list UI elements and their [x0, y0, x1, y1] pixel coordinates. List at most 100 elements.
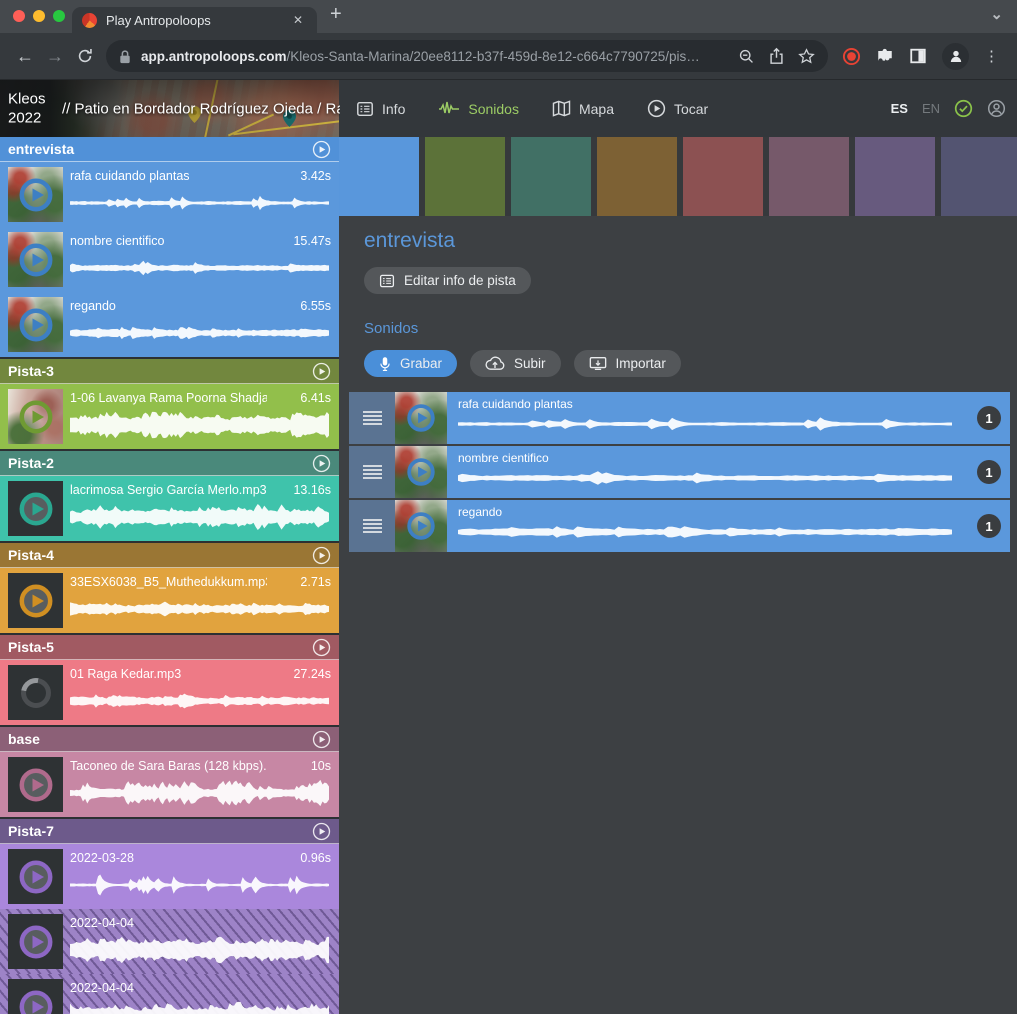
sound-item[interactable]: lacrimosa Sergio García Merlo.mp3 13.16s [0, 476, 339, 541]
track-section-header[interactable]: base [0, 727, 339, 752]
play-sound-icon[interactable] [18, 583, 54, 619]
sound-thumbnail[interactable] [395, 500, 447, 552]
play-sound-icon[interactable] [18, 924, 54, 960]
play-track-icon[interactable] [312, 546, 331, 565]
play-track-icon[interactable] [312, 140, 331, 159]
browser-tab[interactable]: Play Antropoloops ✕ [72, 7, 317, 33]
new-tab-button[interactable]: + [330, 3, 342, 26]
play-sound-icon[interactable] [406, 511, 436, 541]
record-button[interactable]: Grabar [364, 350, 457, 377]
window-close-button[interactable] [13, 10, 25, 22]
tab-mapa[interactable]: Mapa [552, 100, 614, 117]
track-swatch[interactable] [683, 137, 763, 216]
side-panel-icon[interactable] [909, 47, 927, 65]
window-zoom-button[interactable] [53, 10, 65, 22]
track-swatch[interactable] [941, 137, 1017, 216]
play-track-icon[interactable] [312, 638, 331, 657]
track-swatch[interactable] [511, 137, 591, 216]
drag-handle[interactable] [349, 446, 395, 498]
sound-thumbnail[interactable] [395, 446, 447, 498]
track-section-header[interactable]: Pista-2 [0, 451, 339, 476]
extensions-puzzle-icon[interactable] [876, 47, 894, 65]
drag-handle[interactable] [349, 392, 395, 444]
sound-item[interactable]: 2022-04-04 [0, 909, 339, 974]
sound-item[interactable]: rafa cuidando plantas 3.42s [0, 162, 339, 227]
track-section-header[interactable]: Pista-5 [0, 635, 339, 660]
track-swatch[interactable] [597, 137, 677, 216]
share-icon[interactable] [769, 47, 784, 65]
track-section-header[interactable]: Pista-3 [0, 359, 339, 384]
play-sound-icon[interactable] [18, 242, 54, 278]
track-swatch-selected[interactable] [339, 137, 419, 216]
sound-row[interactable]: rafa cuidando plantas 1 [349, 392, 1010, 444]
sound-row[interactable]: regando 1 [349, 500, 1010, 552]
sound-thumbnail[interactable] [8, 297, 63, 352]
play-sound-icon[interactable] [18, 307, 54, 343]
back-button[interactable]: ← [10, 46, 40, 67]
sound-thumbnail[interactable] [8, 757, 63, 812]
sound-thumbnail[interactable] [8, 665, 63, 720]
track-swatch[interactable] [769, 137, 849, 216]
import-button[interactable]: Importar [574, 350, 681, 377]
upload-button[interactable]: Subir [470, 350, 561, 377]
sound-thumbnail[interactable] [8, 849, 63, 904]
account-icon[interactable] [987, 99, 1006, 118]
lang-es-button[interactable]: ES [891, 101, 908, 116]
sound-thumbnail[interactable] [8, 979, 63, 1014]
play-track-icon[interactable] [312, 822, 331, 841]
profile-avatar[interactable] [942, 43, 969, 70]
sound-thumbnail[interactable] [8, 389, 63, 444]
sound-thumbnail[interactable] [8, 167, 63, 222]
tab-info[interactable]: Info [356, 100, 405, 118]
sound-item[interactable]: Taconeo de Sara Baras (128 kbps).mp3 10s [0, 752, 339, 817]
play-sound-icon[interactable] [406, 403, 436, 433]
tab-close-icon[interactable]: ✕ [289, 11, 307, 29]
track-section-header[interactable]: entrevista [0, 137, 339, 162]
track-section-header[interactable]: Pista-7 [0, 819, 339, 844]
url-bar[interactable]: app.antropoloops.com/Kleos-Santa-Marina/… [106, 40, 828, 72]
tab-tocar[interactable]: Tocar [647, 99, 708, 118]
window-minimize-button[interactable] [33, 10, 45, 22]
sound-name: 2022-04-04 [70, 916, 293, 930]
track-swatch[interactable] [425, 137, 505, 216]
play-sound-icon[interactable] [18, 177, 54, 213]
sound-item[interactable]: 2022-04-04 [0, 974, 339, 1014]
play-sound-icon[interactable] [18, 491, 54, 527]
sound-thumbnail[interactable] [8, 232, 63, 287]
track-swatch[interactable] [855, 137, 935, 216]
lang-en-button[interactable]: EN [922, 101, 940, 116]
drag-handle[interactable] [349, 500, 395, 552]
bookmark-star-icon[interactable] [798, 48, 815, 65]
track-section-header[interactable]: Pista-4 [0, 543, 339, 568]
play-sound-icon[interactable] [406, 457, 436, 487]
sound-item[interactable]: 33ESX6038_B5_Muthedukkum.mp3 2.71s [0, 568, 339, 633]
sync-check-icon[interactable] [954, 99, 973, 118]
edit-track-info-button[interactable]: Editar info de pista [364, 267, 531, 294]
sound-thumbnail[interactable] [8, 914, 63, 969]
sound-item[interactable]: 1-06 Lavanya Rama Poorna Shadjam Rupak..… [0, 384, 339, 449]
sound-item[interactable]: regando 6.55s [0, 292, 339, 357]
play-sound-icon[interactable] [18, 859, 54, 895]
play-track-icon[interactable] [312, 454, 331, 473]
reload-button[interactable] [70, 47, 100, 65]
sound-item[interactable]: 01 Raga Kedar.mp3 27.24s [0, 660, 339, 725]
sound-thumbnail[interactable] [395, 392, 447, 444]
zoom-level-icon[interactable] [738, 48, 755, 65]
forward-button[interactable]: → [40, 46, 70, 67]
tab-search-chevron-icon[interactable]: ⌄ [990, 5, 1003, 23]
sound-thumbnail[interactable] [8, 573, 63, 628]
play-sound-icon[interactable] [18, 767, 54, 803]
play-circle-icon [647, 99, 666, 118]
play-track-icon[interactable] [312, 730, 331, 749]
play-sound-icon[interactable] [18, 399, 54, 435]
record-extension-icon[interactable] [842, 47, 861, 66]
sound-item[interactable]: nombre cientifico 15.47s [0, 227, 339, 292]
sound-row[interactable]: nombre cientifico 1 [349, 446, 1010, 498]
track-section: Pista-7 2022-03-28 0.96s 2022-04-04 2022… [0, 819, 339, 1014]
browser-menu-icon[interactable]: ⋮ [984, 47, 999, 65]
play-track-icon[interactable] [312, 362, 331, 381]
play-sound-icon[interactable] [18, 989, 54, 1014]
tab-sonidos[interactable]: Sonidos [438, 101, 519, 117]
sound-thumbnail[interactable] [8, 481, 63, 536]
sound-item[interactable]: 2022-03-28 0.96s [0, 844, 339, 909]
